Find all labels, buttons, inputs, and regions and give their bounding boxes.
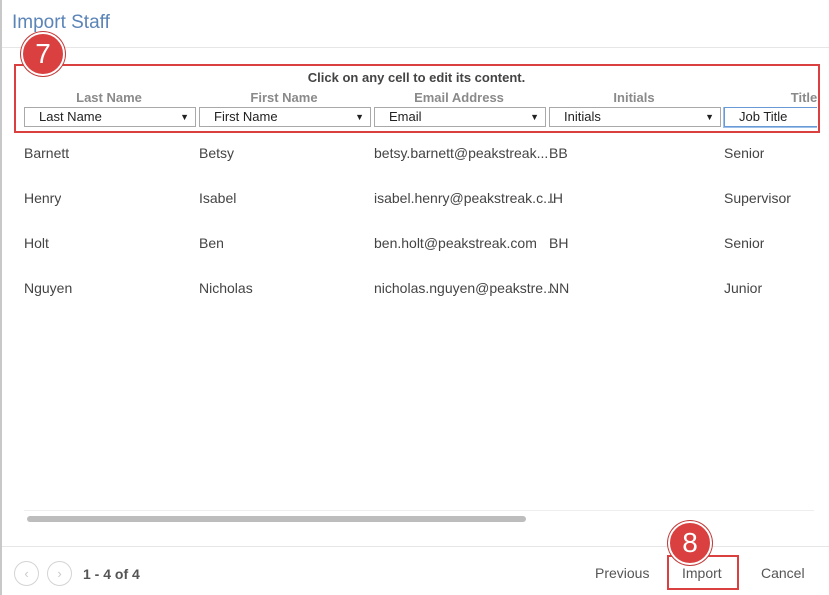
cell-first-name[interactable]: Nicholas [199,280,253,296]
cell-initials[interactable]: BB [549,145,568,161]
previous-button[interactable]: Previous [595,565,649,581]
cell-email[interactable]: nicholas.nguyen@peakstre... [374,280,555,296]
cell-title[interactable]: Supervisor [724,190,791,206]
select-value: Email [389,109,422,124]
dropdown-arrow-icon: ▼ [355,112,364,122]
page-count: 1 - 4 of 4 [83,566,140,582]
window-left-edge [0,0,2,595]
cancel-button[interactable]: Cancel [761,565,805,581]
cell-email[interactable]: betsy.barnett@peakstreak... [374,145,548,161]
cell-first-name[interactable]: Isabel [199,190,236,206]
cell-title[interactable]: Senior [724,145,764,161]
table-row: Holt Ben ben.holt@peakstreak.com BH Seni… [24,235,817,255]
table-row: Nguyen Nicholas nicholas.nguyen@peakstre… [24,280,817,300]
initials-field-select[interactable]: Initials ▼ [549,107,721,127]
cell-last-name[interactable]: Nguyen [24,280,72,296]
cell-email[interactable]: ben.holt@peakstreak.com [374,235,537,251]
dialog-title: Import Staff [12,12,110,33]
job-title-field-select[interactable]: Job Title [724,107,817,127]
column-header-row: Last Name First Name Email Address Initi… [16,90,817,106]
table-row: Barnett Betsy betsy.barnett@peakstreak..… [24,145,817,165]
column-header-email: Email Address [414,90,504,105]
cell-first-name[interactable]: Ben [199,235,224,251]
previous-page-button[interactable]: ‹ [14,561,39,586]
email-field-select[interactable]: Email ▼ [374,107,546,127]
first-name-field-select[interactable]: First Name ▼ [199,107,371,127]
cell-initials[interactable]: IH [549,190,563,206]
last-name-field-select[interactable]: Last Name ▼ [24,107,196,127]
cell-title[interactable]: Junior [724,280,762,296]
cell-initials[interactable]: BH [549,235,568,251]
horizontal-scrollbar[interactable] [27,516,526,522]
column-header-initials: Initials [613,90,655,105]
chevron-right-icon: › [57,566,62,581]
table-row: Henry Isabel isabel.henry@peakstreak.c..… [24,190,817,210]
column-header-title: Title [790,90,817,105]
cell-first-name[interactable]: Betsy [199,145,234,161]
cell-last-name[interactable]: Holt [24,235,49,251]
select-value: First Name [214,109,278,124]
column-header-first-name: First Name [250,90,318,105]
select-value: Job Title [739,109,788,124]
next-page-button[interactable]: › [47,561,72,586]
cell-last-name[interactable]: Henry [24,190,61,206]
select-value: Initials [564,109,601,124]
chevron-left-icon: ‹ [24,566,29,581]
edit-instruction: Click on any cell to edit its content. [307,70,526,85]
cell-last-name[interactable]: Barnett [24,145,69,161]
dropdown-arrow-icon: ▼ [530,112,539,122]
dropdown-arrow-icon: ▼ [705,112,714,122]
title-divider [2,47,829,48]
cell-initials[interactable]: NN [549,280,569,296]
cell-title[interactable]: Senior [724,235,764,251]
step-8-badge: 8 [668,521,712,565]
cell-email[interactable]: isabel.henry@peakstreak.c... [374,190,555,206]
dropdown-arrow-icon: ▼ [180,112,189,122]
column-header-last-name: Last Name [76,90,142,105]
horizontal-scroll-track [24,510,814,511]
import-button[interactable]: Import [682,565,722,581]
select-value: Last Name [39,109,102,124]
field-mapping-row: Last Name ▼ First Name ▼ Email ▼ Initial… [16,107,817,129]
